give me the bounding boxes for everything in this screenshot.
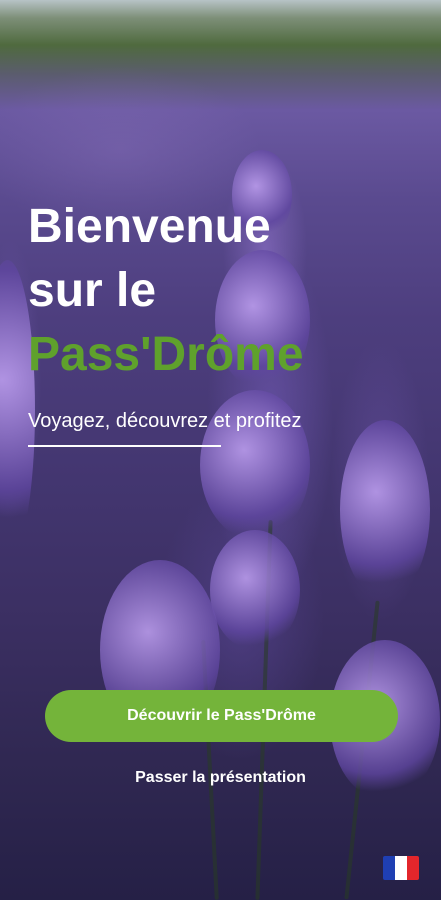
welcome-heading: Bienvenue sur le Pass'Drôme	[28, 195, 304, 386]
flag-blue-stripe	[383, 856, 395, 880]
brand-name: Pass'Drôme	[28, 327, 304, 381]
lavender-background	[0, 0, 441, 900]
france-flag-icon[interactable]	[383, 856, 419, 880]
discover-button[interactable]: Découvrir le Pass'Drôme	[45, 690, 398, 742]
lavender-blossom	[340, 420, 430, 600]
flag-white-stripe	[395, 856, 407, 880]
welcome-line-1: Bienvenue	[28, 200, 271, 253]
welcome-panel: Bienvenue sur le Pass'Drôme Voyagez, déc…	[28, 195, 304, 448]
tagline-underline	[28, 445, 221, 448]
tagline: Voyagez, découvrez et profitez	[28, 410, 302, 433]
skip-presentation-link[interactable]: Passer la présentation	[0, 769, 441, 787]
flag-red-stripe	[407, 856, 419, 880]
welcome-line-2: sur le	[28, 263, 157, 317]
lavender-blossom	[210, 530, 300, 650]
